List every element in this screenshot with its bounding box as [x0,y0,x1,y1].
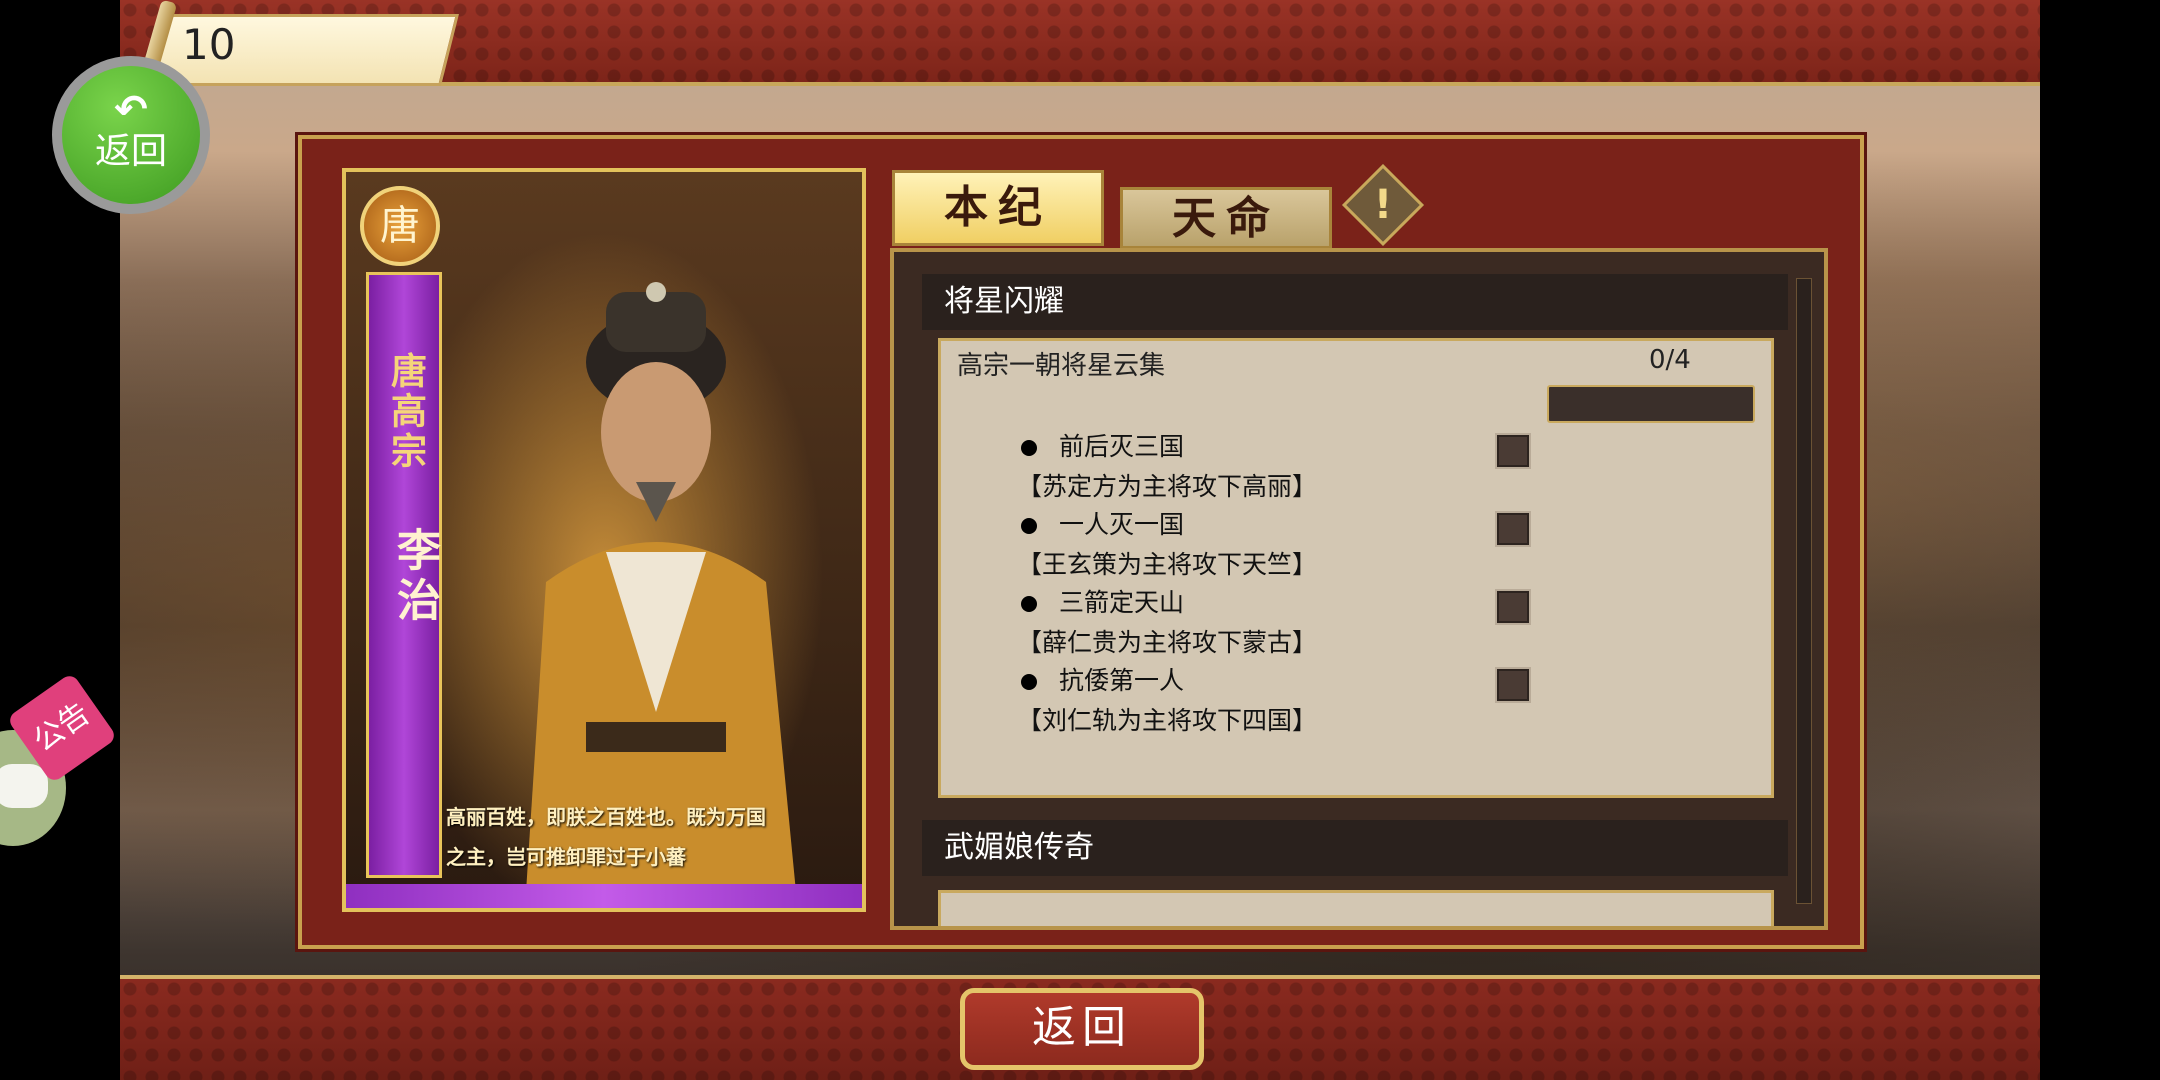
emperor-portrait [526,282,796,892]
bullet-icon [1021,518,1037,534]
task-2-desc: 【王玄策为主将攻下天竺】 [1017,550,1318,579]
bullet-icon [1021,440,1037,456]
emperor-card: 唐 唐高宗 李治 高丽百姓，即朕之百姓也。既为万国 之主，岂可推卸罪过于小蕃 [342,168,866,912]
task-1-name: 前后灭三国 [1021,427,1184,463]
emperor-name: 李治 [389,527,440,627]
bullet-icon [1021,674,1037,690]
scrollbar[interactable] [1796,278,1812,904]
bullet-icon [1021,596,1037,612]
quest-progress-bar [1547,385,1755,423]
tab-benji[interactable]: 本纪 [892,170,1104,246]
dynasty-badge: 唐 [360,186,440,266]
emperor-title: 唐高宗 [385,352,427,472]
task-3-name: 三箭定天山 [1021,583,1184,619]
task-1-desc: 【苏定方为主将攻下高丽】 [1017,472,1318,501]
exclamation-icon: ! [1373,182,1393,228]
task-3-checkbox[interactable] [1495,589,1531,625]
task-1-checkbox[interactable] [1495,433,1531,469]
quest-list[interactable]: 将星闪耀 高宗一朝将星云集 0/4 前后灭三国 【苏定方为主将攻下高丽】 一人灭… [890,248,1828,930]
quest-title: 高宗一朝将星云集 [957,351,1166,381]
task-3-desc: 【薛仁贵为主将攻下蒙古】 [1017,628,1318,657]
section-header-wumeiniang: 武媚娘传奇 [922,820,1788,876]
task-4-desc: 【刘仁轨为主将攻下四国】 [1017,706,1318,735]
task-2-checkbox[interactable] [1495,511,1531,547]
task-2-name: 一人灭一国 [1021,505,1184,541]
back-arrow-icon: ↶ [114,87,148,133]
task-4-checkbox[interactable] [1495,667,1531,703]
card-bottom-strip [346,884,862,908]
quest-box-2 [938,890,1774,926]
back-button[interactable]: 返回 [960,988,1204,1070]
quote-line-1: 高丽百姓，即朕之百姓也。既为万国 [446,805,766,829]
floating-back-button[interactable]: ↶ 返回 [52,56,210,214]
task-4-name: 抗倭第一人 [1021,661,1184,697]
floating-back-inner: ↶ 返回 [62,66,200,204]
game-screen: 10 唐 唐高宗 李治 高丽百姓，即朕之百姓也。既为万国 之主，岂可推卸罪过于小… [120,0,2040,1080]
quest-progress-text: 0/4 [1649,345,1691,375]
section-header-jiangxing: 将星闪耀 [922,274,1788,330]
floating-back-label: 返回 [94,131,167,172]
tab-tianming[interactable]: 天命 [1120,187,1332,249]
quote-line-2: 之主，岂可推卸罪过于小蕃 [446,845,686,869]
emperor-quote: 高丽百姓，即朕之百姓也。既为万国 之主，岂可推卸罪过于小蕃 [446,797,846,877]
quest-box: 高宗一朝将星云集 0/4 前后灭三国 【苏定方为主将攻下高丽】 一人灭一国 【王… [938,338,1774,798]
coin-count: 10 [182,20,236,69]
